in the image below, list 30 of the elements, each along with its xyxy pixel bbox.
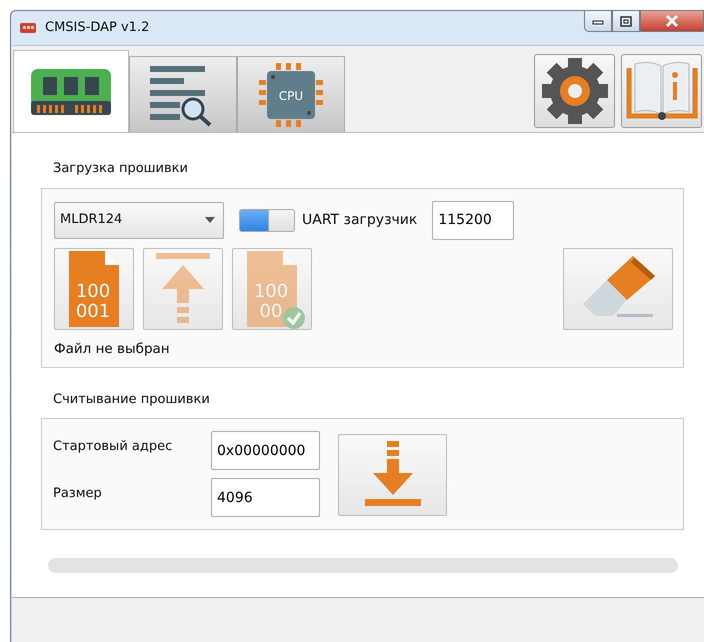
app-icon bbox=[19, 20, 37, 36]
device-dropdown[interactable]: MLDR124 bbox=[54, 202, 224, 238]
cpu-chip-icon bbox=[259, 62, 323, 126]
section-title: Загрузка прошивки bbox=[53, 160, 189, 178]
uart-toggle[interactable] bbox=[239, 208, 295, 232]
download-button[interactable] bbox=[338, 434, 447, 516]
value-field[interactable]: 4096 bbox=[211, 478, 320, 518]
maximize-button[interactable] bbox=[612, 10, 640, 32]
close-button[interactable] bbox=[640, 10, 704, 32]
close-icon bbox=[665, 15, 679, 27]
window-title: CMSIS-DAP v1.2 bbox=[45, 19, 150, 38]
erase-button[interactable] bbox=[563, 248, 673, 330]
tab[interactable]: CPU bbox=[237, 56, 345, 132]
field-label: Размер bbox=[53, 485, 103, 504]
settings-icon bbox=[540, 56, 610, 126]
baud-rate-field[interactable]: 115200 bbox=[432, 200, 514, 240]
field-label: Стартовый адрес bbox=[53, 438, 174, 456]
help-button[interactable] bbox=[621, 54, 702, 128]
section-title: Считывание прошивки bbox=[53, 390, 211, 409]
device-value: MLDR124 bbox=[60, 211, 122, 230]
minimize-button[interactable] bbox=[584, 10, 612, 32]
tab[interactable] bbox=[13, 50, 129, 132]
file-status: Файл не выбран bbox=[54, 340, 171, 358]
value-field[interactable]: 0x00000000 bbox=[211, 431, 320, 470]
cpu-label: CPU bbox=[278, 88, 304, 102]
uart-label: UART загрузчик bbox=[302, 210, 418, 230]
caret-icon bbox=[205, 217, 215, 223]
settings-button[interactable] bbox=[534, 54, 615, 128]
tab[interactable] bbox=[129, 56, 237, 132]
maximize-icon bbox=[620, 16, 632, 26]
